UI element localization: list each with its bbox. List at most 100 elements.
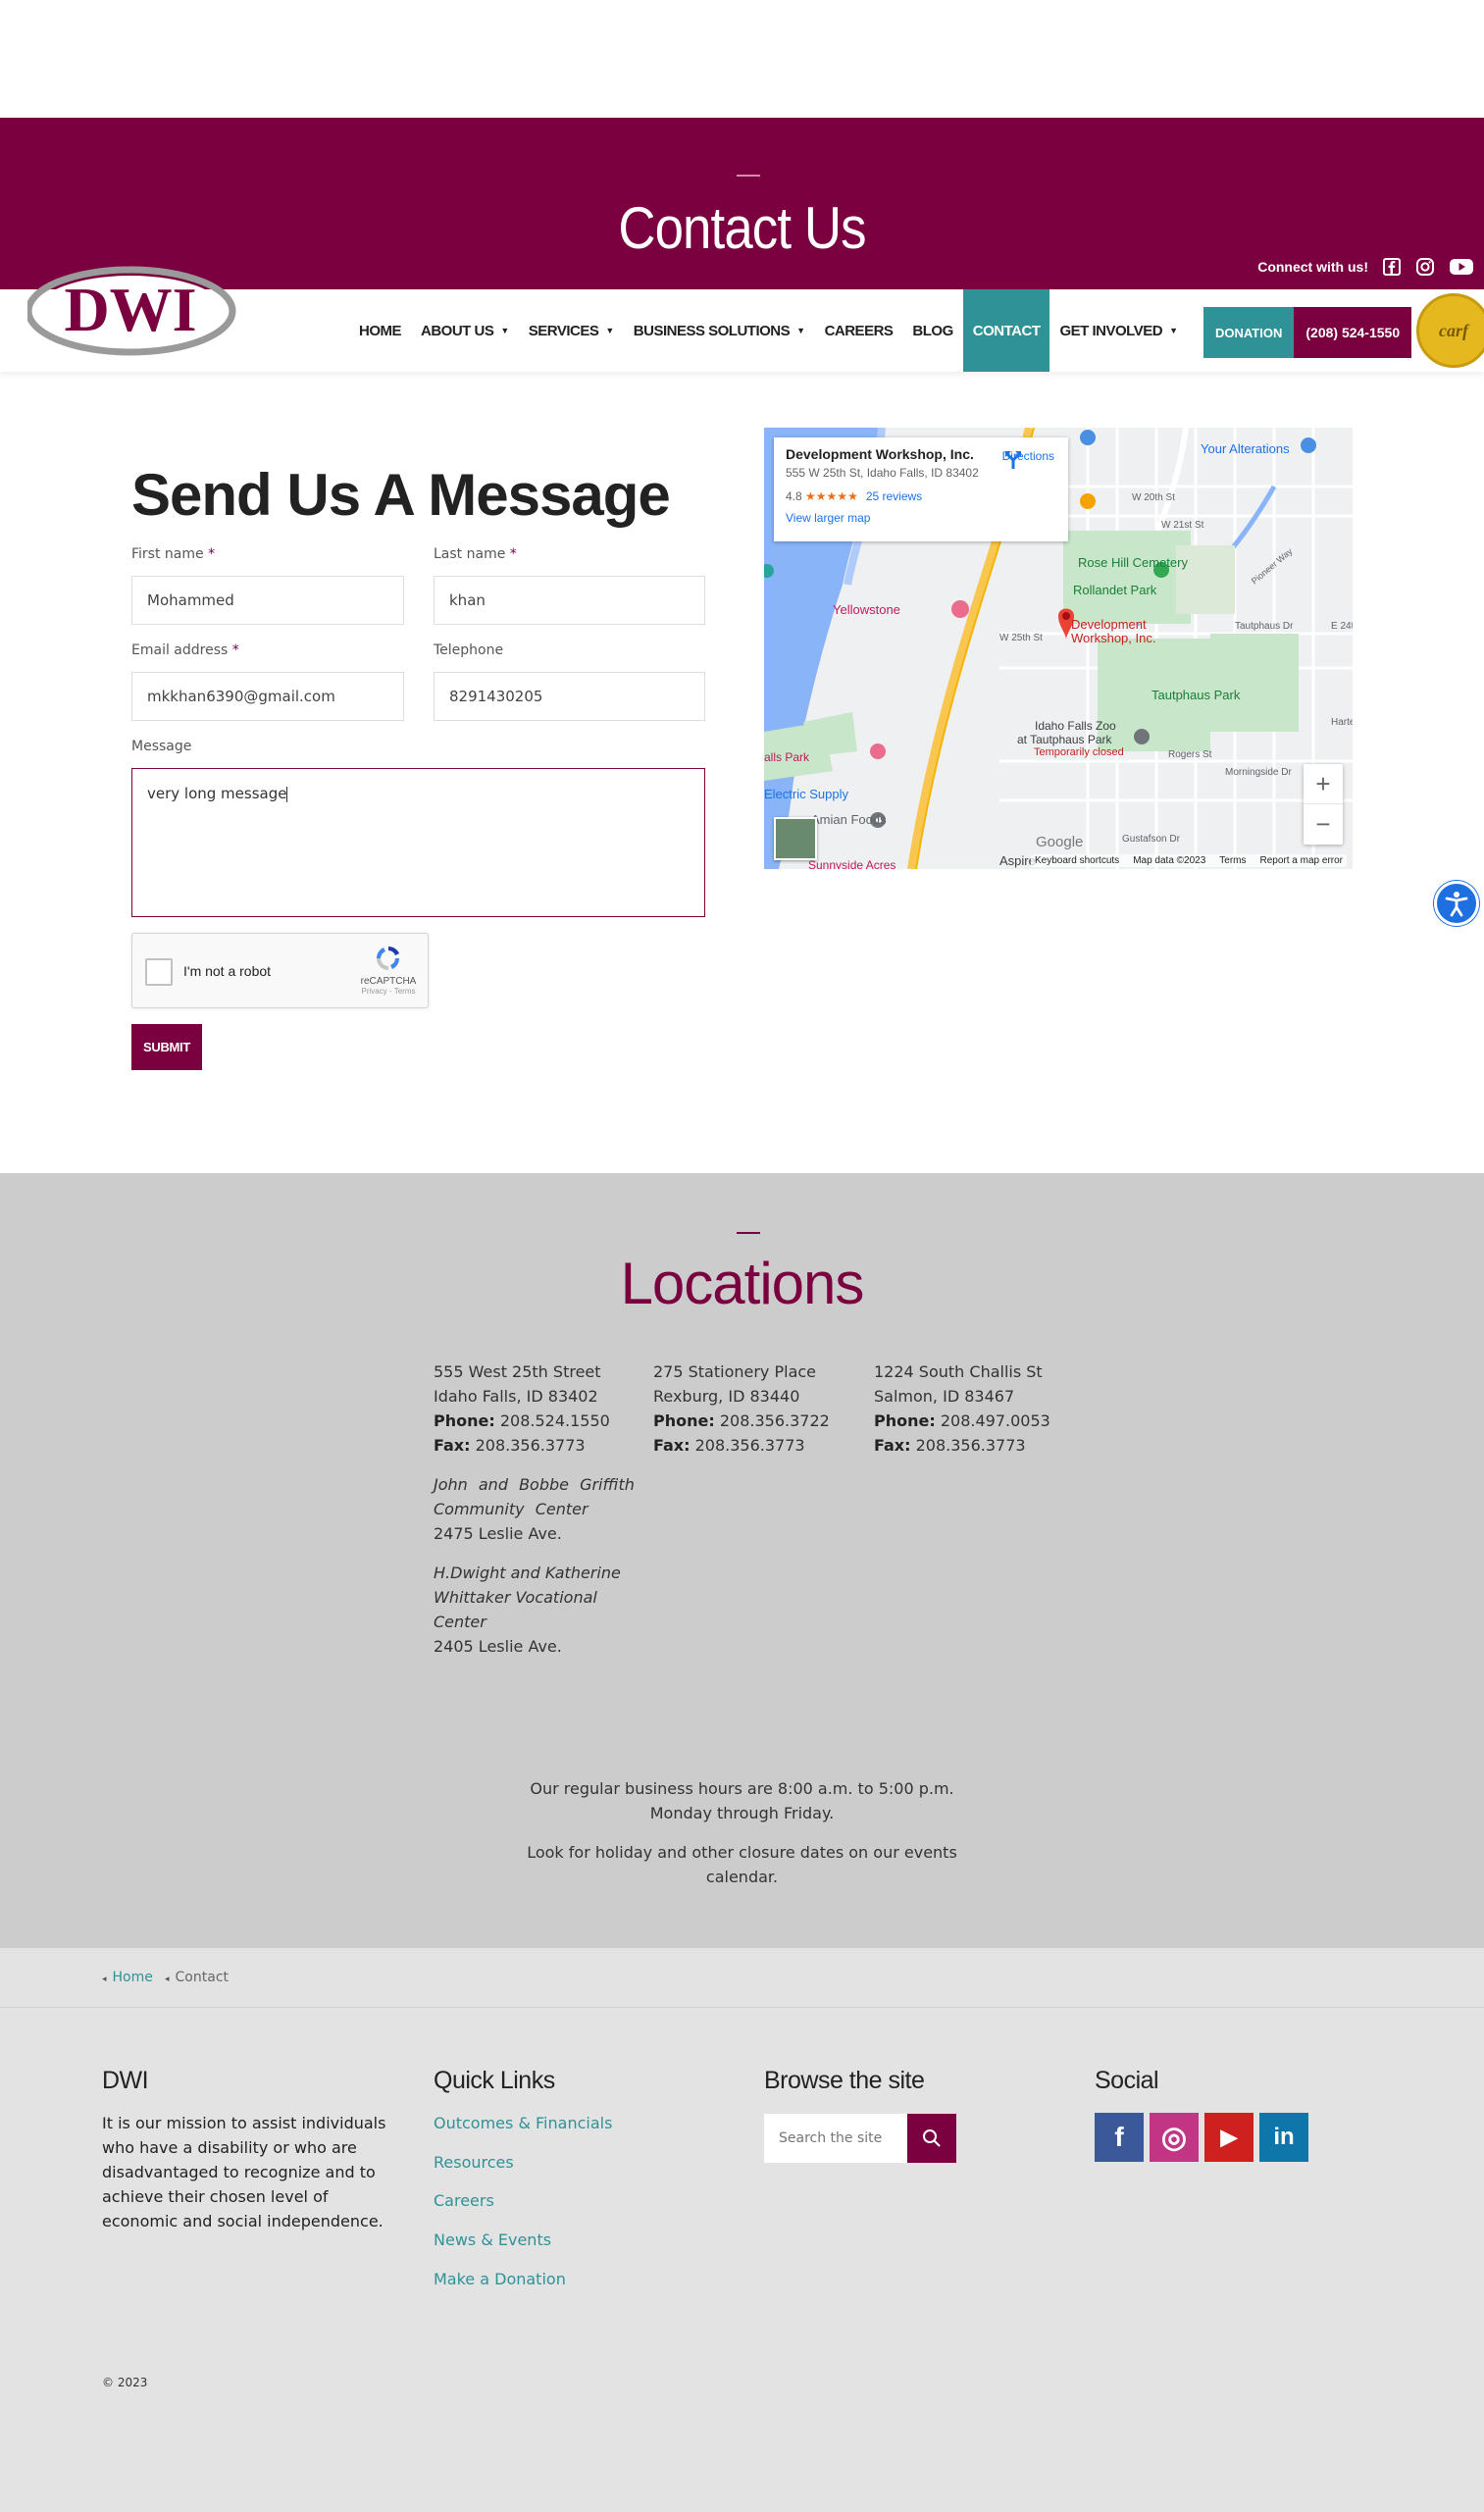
location-phone: Phone: 208.497.0053 (874, 1409, 1085, 1433)
google-map[interactable]: Your Alterations Rose Hill Cemetery Roll… (764, 428, 1353, 869)
instagram-icon[interactable]: ◎ (1150, 2113, 1199, 2162)
telephone-field[interactable]: 8291430205 (434, 672, 705, 721)
nav-item-contact[interactable]: CONTACT (962, 289, 1050, 372)
nav-item-careers[interactable]: CAREERS (815, 289, 903, 372)
location-city: Salmon, ID 83467 (874, 1387, 1015, 1406)
svg-text:Sunnyside Acres: Sunnyside Acres (808, 858, 896, 869)
nav-item-services[interactable]: SERVICES ▼ (519, 289, 624, 372)
caret-down-icon: ▼ (500, 326, 509, 335)
business-hours: Our regular business hours are 8:00 a.m.… (0, 1776, 1484, 1825)
recaptcha-brand: reCAPTCHA (360, 976, 417, 987)
report-map-error-link[interactable]: Report a map error (1260, 855, 1343, 866)
nav-item-label: HOME (359, 322, 402, 339)
svg-text:Electric Supply: Electric Supply (764, 787, 848, 801)
last-name-field[interactable]: khan (434, 576, 705, 625)
message-text: very long message (147, 785, 287, 802)
footer-link[interactable]: News & Events (434, 2230, 551, 2249)
map-zoom-controls: + − (1304, 764, 1343, 845)
location-street: 555 West 25th Street (434, 1362, 601, 1381)
keyboard-shortcuts-link[interactable]: Keyboard shortcuts (1035, 855, 1119, 866)
nav-item-label: BUSINESS SOLUTIONS (633, 322, 791, 339)
accessibility-button[interactable] (1434, 881, 1479, 926)
connect-label: Connect with us! (1257, 259, 1368, 275)
recaptcha-links[interactable]: Privacy - Terms (359, 987, 418, 996)
location-idaho-falls: 555 West 25th Street Idaho Falls, ID 834… (434, 1359, 635, 1659)
footer-link[interactable]: Resources (434, 2153, 514, 2172)
zoom-out-button[interactable]: − (1304, 804, 1343, 845)
youtube-icon[interactable]: ▶ (1204, 2113, 1254, 2162)
carf-badge-text: carf (1439, 320, 1468, 340)
location-phone: Phone: 208.356.3722 (653, 1409, 859, 1433)
copyright: © 2023 (102, 2376, 148, 2389)
svg-text:Rollandet Park: Rollandet Park (1073, 583, 1157, 597)
nav-item-get-involved[interactable]: GET INVOLVED ▼ (1049, 289, 1187, 372)
hours-line: Our regular business hours are 8:00 a.m.… (530, 1779, 954, 1798)
nav-item-label: CAREERS (824, 322, 894, 339)
svg-text:Harte: Harte (1331, 717, 1353, 728)
nav-item-label: GET INVOLVED (1059, 322, 1163, 339)
submit-button[interactable]: SUBMIT (131, 1024, 202, 1070)
footer-link[interactable]: Careers (434, 2191, 494, 2210)
map-reviews-link[interactable]: 25 reviews (866, 489, 922, 503)
nav-item-blog[interactable]: BLOG (902, 289, 962, 372)
svg-text:Rogers St: Rogers St (1168, 749, 1212, 760)
mission-text: It is our mission to assist individuals … (102, 2114, 386, 2230)
instagram-icon[interactable] (1415, 257, 1435, 277)
message-field[interactable]: very long message (131, 768, 705, 917)
directions-button[interactable]: Directions (1002, 449, 1054, 469)
location-salmon: 1224 South Challis St Salmon, ID 83467 P… (874, 1359, 1085, 1458)
phone-label: Phone: (653, 1411, 715, 1430)
recaptcha-logo: reCAPTCHA Privacy - Terms (359, 944, 418, 996)
breadcrumb-home-label: Home (112, 1970, 153, 1985)
zoom-in-button[interactable]: + (1304, 764, 1343, 804)
facebook-icon[interactable] (1382, 257, 1402, 277)
facebook-icon[interactable]: f (1095, 2113, 1144, 2162)
svg-text:Yellowstone: Yellowstone (833, 602, 900, 617)
telephone-label: Telephone (434, 642, 504, 658)
nav-item-home[interactable]: HOME (349, 289, 411, 372)
svg-text:Gustafson Dr: Gustafson Dr (1122, 834, 1181, 845)
linkedin-icon[interactable]: in (1259, 2113, 1308, 2162)
locations-title: Locations (620, 1251, 865, 1316)
fax-label: Fax: (874, 1436, 911, 1455)
nav-item-business-solutions[interactable]: BUSINESS SOLUTIONS ▼ (624, 289, 815, 372)
nav-item-about-us[interactable]: ABOUT US ▼ (411, 289, 519, 372)
email-label-text: Email address (131, 642, 229, 658)
dwi-logo[interactable]: DWI (25, 266, 237, 356)
center-name-line: Center (434, 1613, 486, 1631)
breadcrumb-current: ◂ Contact (165, 1970, 229, 1985)
caret-down-icon: ▼ (1169, 326, 1178, 335)
map-rating-value: 4.8 (786, 489, 802, 503)
community-center: John and Bobbe Griffith Community Center… (434, 1472, 635, 1546)
youtube-icon[interactable] (1449, 257, 1474, 277)
recaptcha-checkbox[interactable] (145, 958, 173, 986)
svg-text:Idaho Falls Zoo: Idaho Falls Zoo (1035, 719, 1116, 733)
svg-text:alls Park: alls Park (764, 750, 810, 764)
breadcrumb-home[interactable]: ◂ Home (102, 1970, 153, 1985)
search-icon (923, 2129, 941, 2147)
search-input[interactable] (764, 2114, 907, 2163)
email-field[interactable]: mkkhan6390@gmail.com (131, 672, 404, 721)
map-rating: 4.8 ★★★★★ 25 reviews (786, 489, 1056, 503)
holiday-note: Look for holiday and other closure dates… (0, 1840, 1484, 1889)
map-terms-link[interactable]: Terms (1219, 855, 1246, 866)
svg-text:Temporarily closed: Temporarily closed (1034, 746, 1124, 758)
satellite-toggle[interactable] (774, 817, 817, 860)
breadcrumb: ◂ Home ◂ Contact (0, 1948, 1484, 2008)
footer-link[interactable]: Make a Donation (434, 2270, 566, 2288)
center-address: 2405 Leslie Ave. (434, 1637, 562, 1656)
page-hero: Contact Us Connect with us! (0, 118, 1484, 289)
search-button[interactable] (907, 2114, 956, 2163)
text-cursor (286, 786, 288, 802)
location-street: 275 Stationery Place (653, 1362, 817, 1381)
first-name-field[interactable]: Mohammed (131, 576, 404, 625)
carf-badge: carf (1416, 293, 1484, 368)
phone-number: 208.524.1550 (499, 1411, 610, 1430)
view-larger-map-link[interactable]: View larger map (786, 511, 1056, 525)
footer-link[interactable]: Outcomes & Financials (434, 2114, 612, 2132)
phone-button[interactable]: (208) 524-1550 (1294, 307, 1412, 358)
fax-number: 208.356.3773 (475, 1436, 586, 1455)
donation-button[interactable]: DONATION (1203, 307, 1295, 358)
main-navbar: DWI HOME ABOUT US ▼ SERVICES ▼ BUSINESS SOLUT… (0, 266, 1484, 372)
center-name-line: H.Dwight and Katherine (434, 1564, 621, 1582)
